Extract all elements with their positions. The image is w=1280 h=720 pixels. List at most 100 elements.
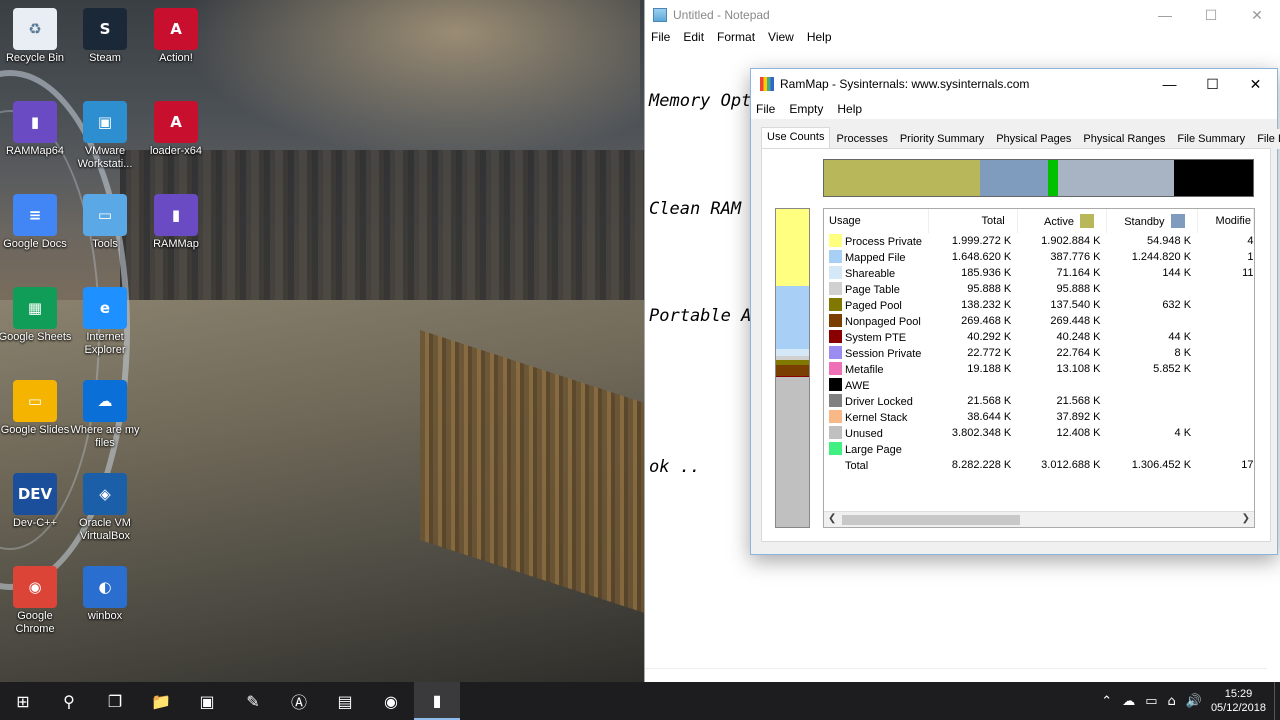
close-icon[interactable]: ✕ xyxy=(1234,7,1280,24)
volume-icon[interactable]: 🔊 xyxy=(1186,694,1202,709)
desktop-icon[interactable]: ♻ Recycle Bin xyxy=(0,8,73,65)
memory-list-bar xyxy=(823,159,1254,197)
desktop-icon[interactable]: ▮ RAMMap xyxy=(138,194,214,251)
bar-segment-unused xyxy=(776,377,809,527)
notepad-titlebar[interactable]: Untitled - Notepad — ☐ ✕ xyxy=(645,0,1280,30)
desktop-icon[interactable]: e Internet Explorer xyxy=(67,287,143,357)
table-row[interactable]: System PTE 40.292 K 40.248 K 44 K xyxy=(824,329,1254,345)
maximize-icon[interactable]: ☐ xyxy=(1188,7,1234,24)
cloud-icon[interactable]: ☁ xyxy=(1122,694,1135,709)
active-cell: 269.448 K xyxy=(1050,315,1101,327)
table-row[interactable]: Unused 3.802.348 K 12.408 K 4 K xyxy=(824,425,1254,441)
show-desktop-button[interactable] xyxy=(1274,682,1280,720)
column-header-total[interactable]: Total xyxy=(928,209,1018,233)
desktop-icon[interactable]: ▣ VMware Workstati... xyxy=(67,101,143,171)
column-header-modified[interactable]: Modifie xyxy=(1197,209,1254,233)
bar-segment-standby xyxy=(980,160,1048,196)
table-row[interactable]: AWE xyxy=(824,377,1254,393)
menu-file[interactable]: File xyxy=(756,102,775,116)
desktop-icon[interactable]: S Steam xyxy=(67,8,143,65)
desktop-icon[interactable]: ◉ Google Chrome xyxy=(0,566,73,636)
action-button[interactable]: Ⓐ xyxy=(276,682,322,720)
desktop-icon[interactable]: ▮ RAMMap64 xyxy=(0,101,73,158)
table-row[interactable]: Mapped File 1.648.620 K 387.776 K 1.244.820… xyxy=(824,249,1254,265)
menu-empty[interactable]: Empty xyxy=(789,102,823,116)
recycle-bin-icon: ♻ xyxy=(13,8,57,50)
scrollbar-thumb[interactable] xyxy=(842,515,1020,525)
table-row[interactable]: Process Private 1.999.272 K 1.902.884 K 54.… xyxy=(824,233,1254,249)
search-button[interactable]: ⚲ xyxy=(46,682,92,720)
onedrive-icon: ☁ xyxy=(83,380,127,422)
modified-cell: 11 xyxy=(1242,267,1254,279)
table-row[interactable]: Total 8.282.228 K 3.012.688 K 1.306.452 K 17 xyxy=(824,457,1254,473)
tab-physical-ranges[interactable]: Physical Ranges xyxy=(1077,129,1172,149)
desktop-icon[interactable]: ◐ winbox xyxy=(67,566,143,623)
minimize-icon[interactable]: — xyxy=(1148,76,1191,93)
table-row[interactable]: Session Private 22.772 K 22.764 K 8 K xyxy=(824,345,1254,361)
tab-file-details[interactable]: File Details xyxy=(1251,129,1280,149)
clock[interactable]: 15:29 05/12/2018 xyxy=(1211,687,1266,715)
desktop-icon[interactable]: ◈ Oracle VM VirtualBox xyxy=(67,473,143,543)
battery-icon[interactable]: ▭ xyxy=(1145,694,1157,709)
use-counts-grid[interactable]: Usage Total Active Standby Modifie Proce… xyxy=(823,208,1255,528)
menu-view[interactable]: View xyxy=(768,30,794,48)
tab-file-summary[interactable]: File Summary xyxy=(1171,129,1252,149)
desktop-icon-label: Where are my files xyxy=(70,424,140,449)
tab-physical-pages[interactable]: Physical Pages xyxy=(990,129,1078,149)
desktop-icon[interactable]: Aloader-x64 xyxy=(138,101,214,158)
usage-label: Nonpaged Pool xyxy=(845,316,921,328)
column-header-usage[interactable]: Usage xyxy=(824,209,929,233)
desktop-icon-label: Google Chrome xyxy=(15,610,55,635)
table-row[interactable]: Paged Pool 138.232 K 137.540 K 632 K xyxy=(824,297,1254,313)
total-cell: 38.644 K xyxy=(967,411,1012,423)
desktop-icon[interactable]: ☁ Where are my files xyxy=(67,380,143,450)
task-view-button[interactable]: ❐ xyxy=(92,682,138,720)
desktop-icon[interactable]: ≡ Google Docs xyxy=(0,194,73,251)
table-row[interactable]: Driver Locked 21.568 K 21.568 K xyxy=(824,393,1254,409)
start-button[interactable]: ⊞ xyxy=(0,682,46,720)
maximize-icon[interactable]: ☐ xyxy=(1191,76,1234,93)
table-row[interactable]: Large Page xyxy=(824,441,1254,457)
desktop-icon[interactable]: ▭ Tools xyxy=(67,194,143,251)
notepad-horizontal-scrollbar[interactable] xyxy=(645,668,1267,682)
desktop-icon[interactable]: A Action! xyxy=(138,8,214,65)
menu-file[interactable]: File xyxy=(651,30,670,48)
store-button[interactable]: ▣ xyxy=(184,682,230,720)
network-icon[interactable]: ⌂ xyxy=(1167,694,1175,709)
notepad-button[interactable]: ✎ xyxy=(230,682,276,720)
tab-processes[interactable]: Processes xyxy=(830,129,894,149)
chrome-button[interactable]: ◉ xyxy=(368,682,414,720)
rammap-button[interactable]: ▮ xyxy=(414,682,460,720)
usage-label: Mapped File xyxy=(845,252,906,264)
menu-help[interactable]: Help xyxy=(807,30,832,48)
desktop-icon[interactable]: ▭ Google Slides xyxy=(0,380,73,437)
tab-use-counts[interactable]: Use Counts xyxy=(761,127,831,149)
menu-help[interactable]: Help xyxy=(837,102,862,116)
tray-overflow-icon[interactable]: ⌃ xyxy=(1101,694,1112,709)
tab-priority-summary[interactable]: Priority Summary xyxy=(893,129,991,149)
table-row[interactable]: Nonpaged Pool 269.468 K 269.448 K xyxy=(824,313,1254,329)
close-icon[interactable]: ✕ xyxy=(1234,76,1277,93)
usage-cell: Session Private xyxy=(824,345,928,361)
menu-format[interactable]: Format xyxy=(717,30,755,48)
column-header-standby[interactable]: Standby xyxy=(1106,209,1198,233)
rammap-titlebar[interactable]: RamMap - Sysinternals: www.sysinternals.… xyxy=(751,69,1277,99)
table-row[interactable]: Shareable 185.936 K 71.164 K 144 K 11 xyxy=(824,265,1254,281)
table-row[interactable]: Page Table 95.888 K 95.888 K xyxy=(824,281,1254,297)
minimize-icon[interactable]: — xyxy=(1142,7,1188,24)
column-header-active[interactable]: Active xyxy=(1017,209,1108,233)
scroll-left-arrow-icon[interactable]: ❮ xyxy=(828,513,836,524)
desktop-icon[interactable]: DEV Dev-C++ xyxy=(0,473,73,530)
scroll-right-arrow-icon[interactable]: ❯ xyxy=(1242,513,1250,524)
grid-horizontal-scrollbar[interactable]: ❮ ❯ xyxy=(824,511,1254,527)
menu-edit[interactable]: Edit xyxy=(683,30,704,48)
desktop-icon[interactable]: ▦ Google Sheets xyxy=(0,287,73,344)
dev-cpp-icon: DEV xyxy=(13,473,57,515)
file-explorer-button[interactable]: 📁 xyxy=(138,682,184,720)
table-row[interactable]: Metafile 19.188 K 13.108 K 5.852 K xyxy=(824,361,1254,377)
standby-cell xyxy=(1107,281,1198,297)
modified-cell xyxy=(1197,281,1253,297)
table-row[interactable]: Kernel Stack 38.644 K 37.892 K xyxy=(824,409,1254,425)
total-cell: 269.468 K xyxy=(961,315,1012,327)
unknown-app-button[interactable]: ▤ xyxy=(322,682,368,720)
